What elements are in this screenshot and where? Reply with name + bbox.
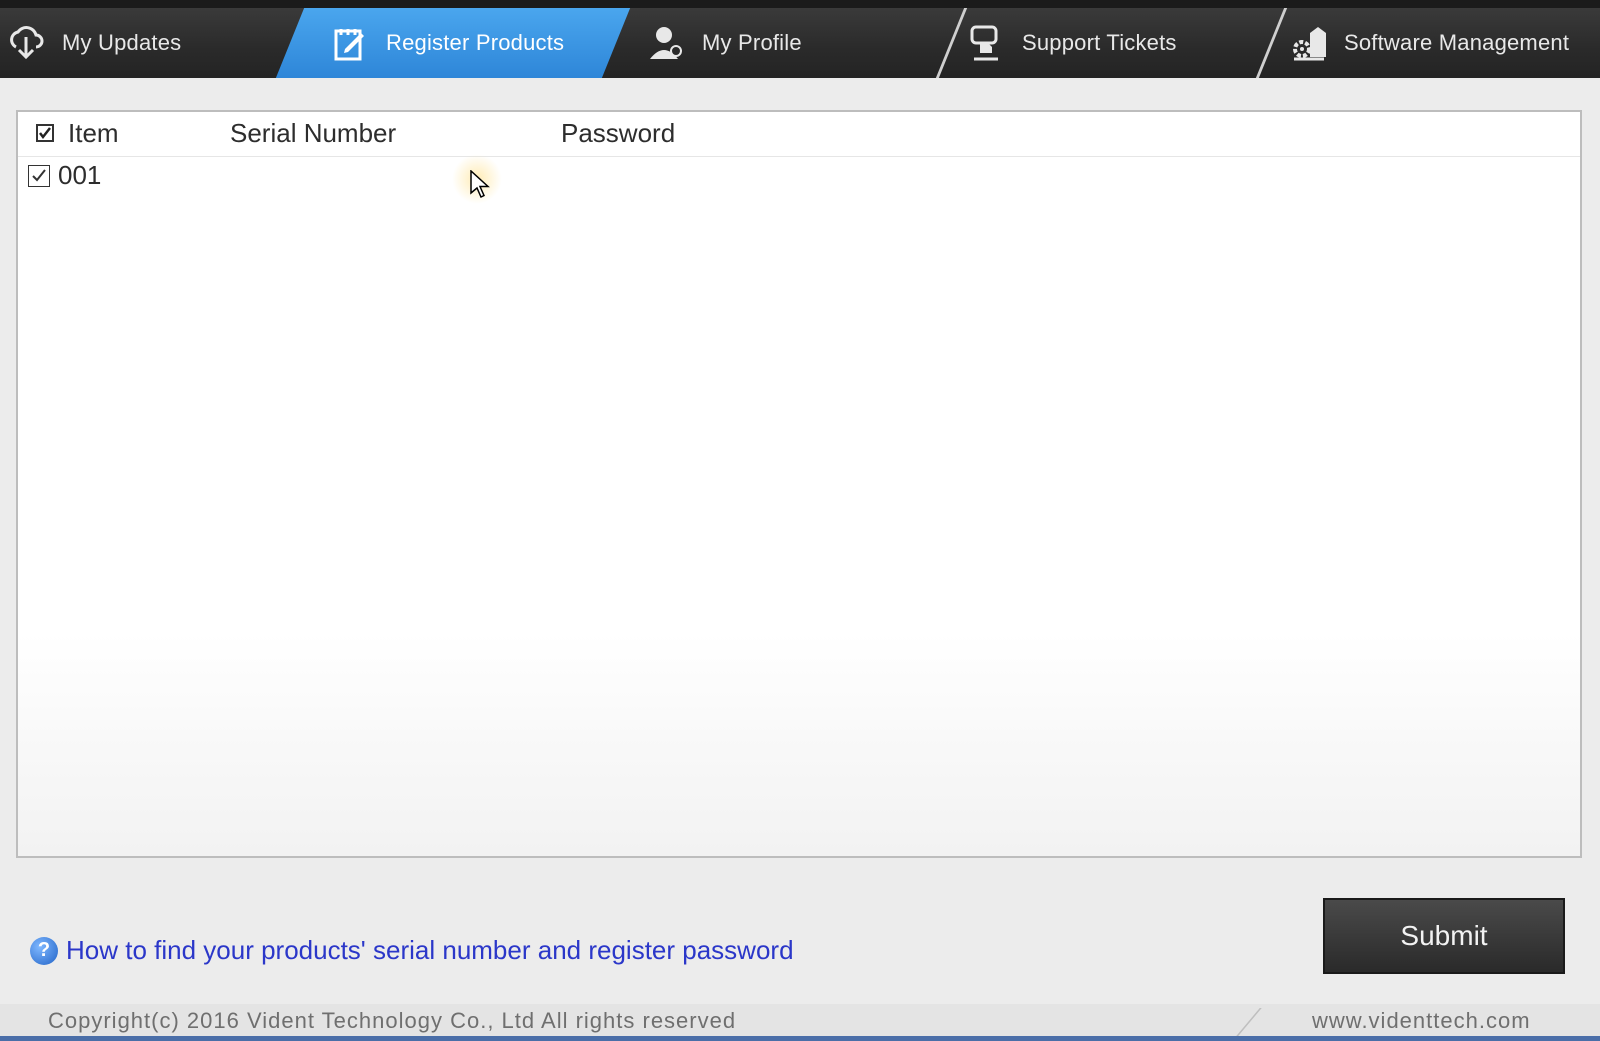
tab-label: Software Management (1344, 30, 1570, 55)
submit-button[interactable]: Submit (1323, 898, 1565, 974)
register-products-table: Item Serial Number Password 001 (16, 110, 1582, 858)
window-bottom-edge (0, 1036, 1600, 1041)
register-pencil-icon (330, 23, 370, 63)
tab-label: My Updates (62, 30, 182, 55)
tab-support-tickets[interactable]: Support Tickets (966, 8, 1177, 78)
tab-my-profile[interactable]: My Profile (646, 8, 802, 78)
table-row[interactable]: 001 (18, 156, 1580, 198)
tab-label: Register Products (386, 30, 565, 55)
tab-software-management[interactable]: Software Management (1288, 8, 1569, 78)
password-field[interactable] (561, 160, 881, 192)
column-header-password: Password (561, 118, 676, 148)
support-hand-icon (966, 23, 1006, 63)
row-checkbox[interactable] (28, 165, 50, 187)
cloud-download-icon (6, 23, 46, 63)
tab-register-products[interactable]: Register Products (330, 8, 564, 78)
question-icon: ? (30, 936, 58, 965)
select-all-checkbox[interactable] (36, 124, 54, 142)
serial-number-field[interactable] (230, 160, 550, 192)
column-header-serial-number: Serial Number (230, 118, 397, 148)
tab-my-updates[interactable]: My Updates (6, 8, 181, 78)
tab-label: My Profile (702, 30, 802, 55)
top-nav-bar: My Updates Register Products My Profile (0, 0, 1600, 78)
mouse-pointer-icon (470, 169, 490, 205)
column-header-item: Item (68, 118, 119, 148)
website-link[interactable]: www.videnttech.com (1312, 1008, 1531, 1034)
table-header: Item Serial Number Password (18, 112, 1580, 157)
tab-separator (935, 8, 968, 78)
tab-label: Support Tickets (1022, 30, 1177, 55)
tab-separator (1255, 8, 1288, 78)
help-link-text: How to find your products' serial number… (66, 935, 794, 965)
help-serial-password-link[interactable]: ? How to find your products' serial numb… (30, 935, 794, 966)
gear-house-icon (1288, 23, 1328, 63)
row-item-number: 001 (58, 160, 102, 190)
user-profile-icon (646, 23, 686, 63)
copyright-text: Copyright(c) 2016 Vident Technology Co.,… (48, 1008, 737, 1033)
